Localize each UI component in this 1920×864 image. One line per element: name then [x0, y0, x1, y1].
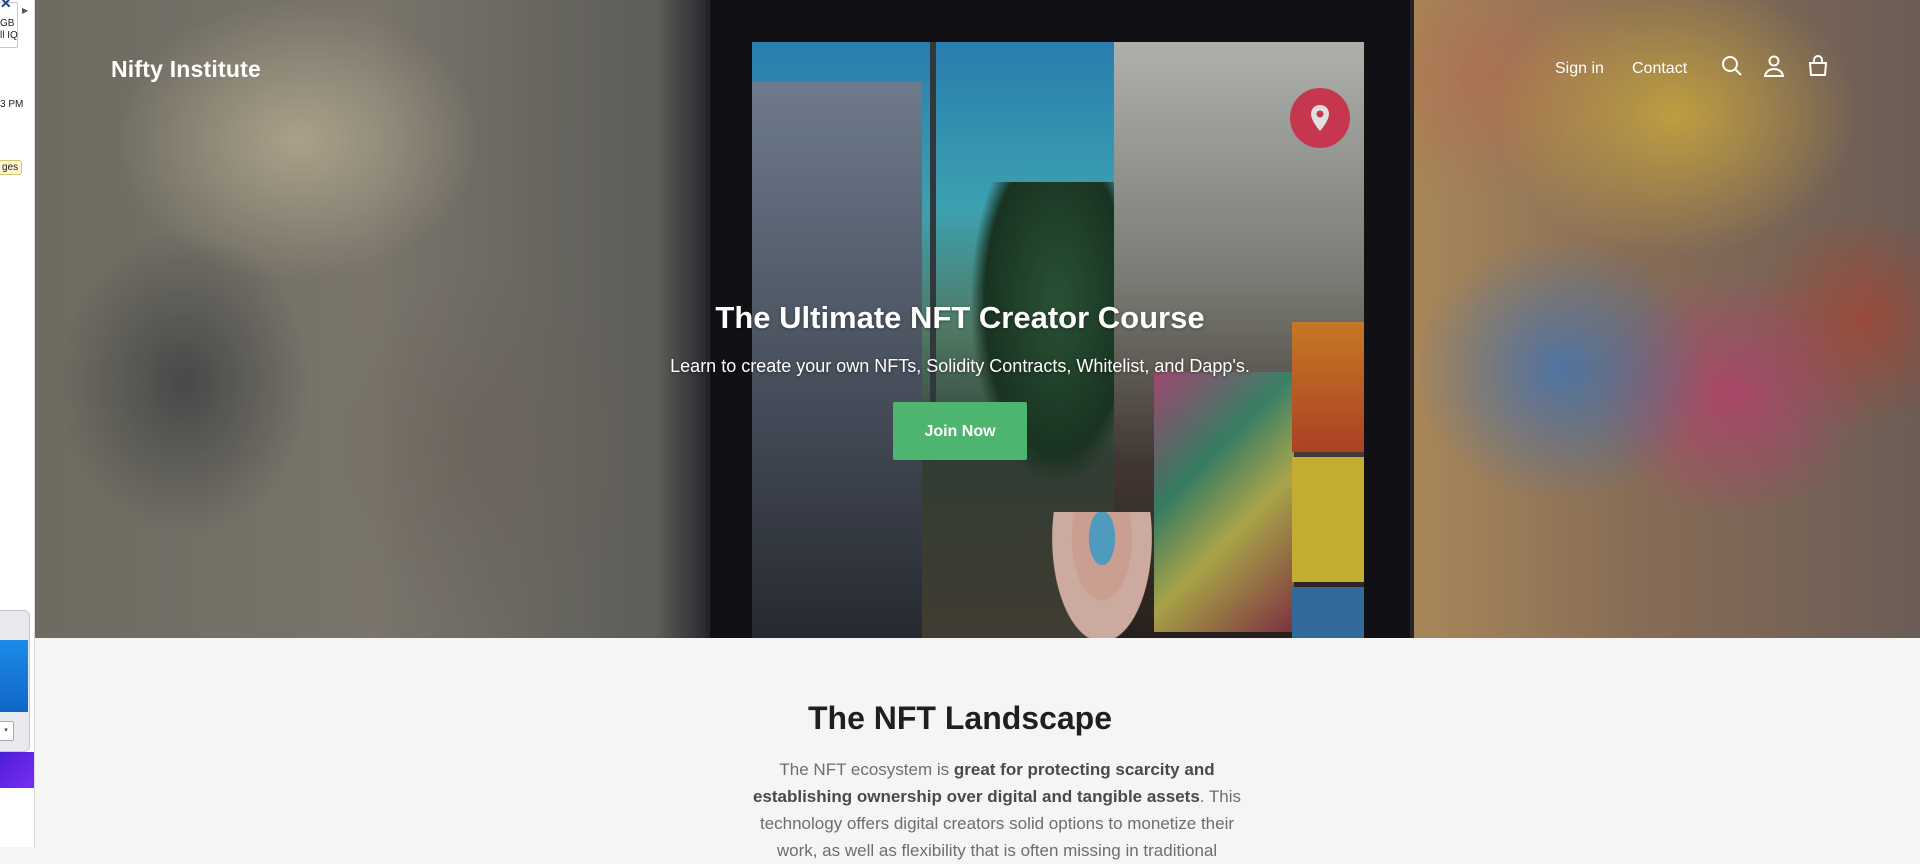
hero-subtitle: Learn to create your own NFTs, Solidity … [670, 356, 1250, 376]
sliver-text-1: GB [0, 18, 15, 29]
sliver-text-3: 3 PM [0, 99, 24, 110]
section-body: The NFT ecosystem is great for protectin… [747, 756, 1247, 864]
hero-content: The Ultimate NFT Creator Course Learn to… [0, 300, 1920, 460]
sliver-select-chevron-icon[interactable]: ▾ [0, 721, 14, 741]
nav-sign-in[interactable]: Sign in [1555, 60, 1604, 78]
cart-icon[interactable] [1806, 54, 1832, 80]
search-icon[interactable] [1720, 54, 1746, 80]
join-now-button[interactable]: Join Now [893, 402, 1027, 460]
hero-title: The Ultimate NFT Creator Course [715, 300, 1205, 335]
nav-contact[interactable]: Contact [1632, 60, 1687, 78]
section-title: The NFT Landscape [807, 700, 1113, 736]
play-icon[interactable]: ▶ [22, 6, 28, 15]
body-intro: The NFT ecosystem is [779, 760, 954, 779]
close-icon[interactable]: ✕ [0, 0, 12, 10]
site-logo[interactable]: Nifty Institute [111, 56, 261, 83]
sliver-text-2: ll IQ [0, 30, 18, 41]
sliver-tag[interactable]: ges [0, 160, 23, 175]
background-window-sliver: ✕ ▶ GB ll IQ 3 PM ges ▾ [0, 0, 35, 847]
account-icon[interactable] [1762, 54, 1788, 80]
sliver-blue-image [0, 640, 28, 712]
sliver-purple-image [0, 752, 34, 788]
